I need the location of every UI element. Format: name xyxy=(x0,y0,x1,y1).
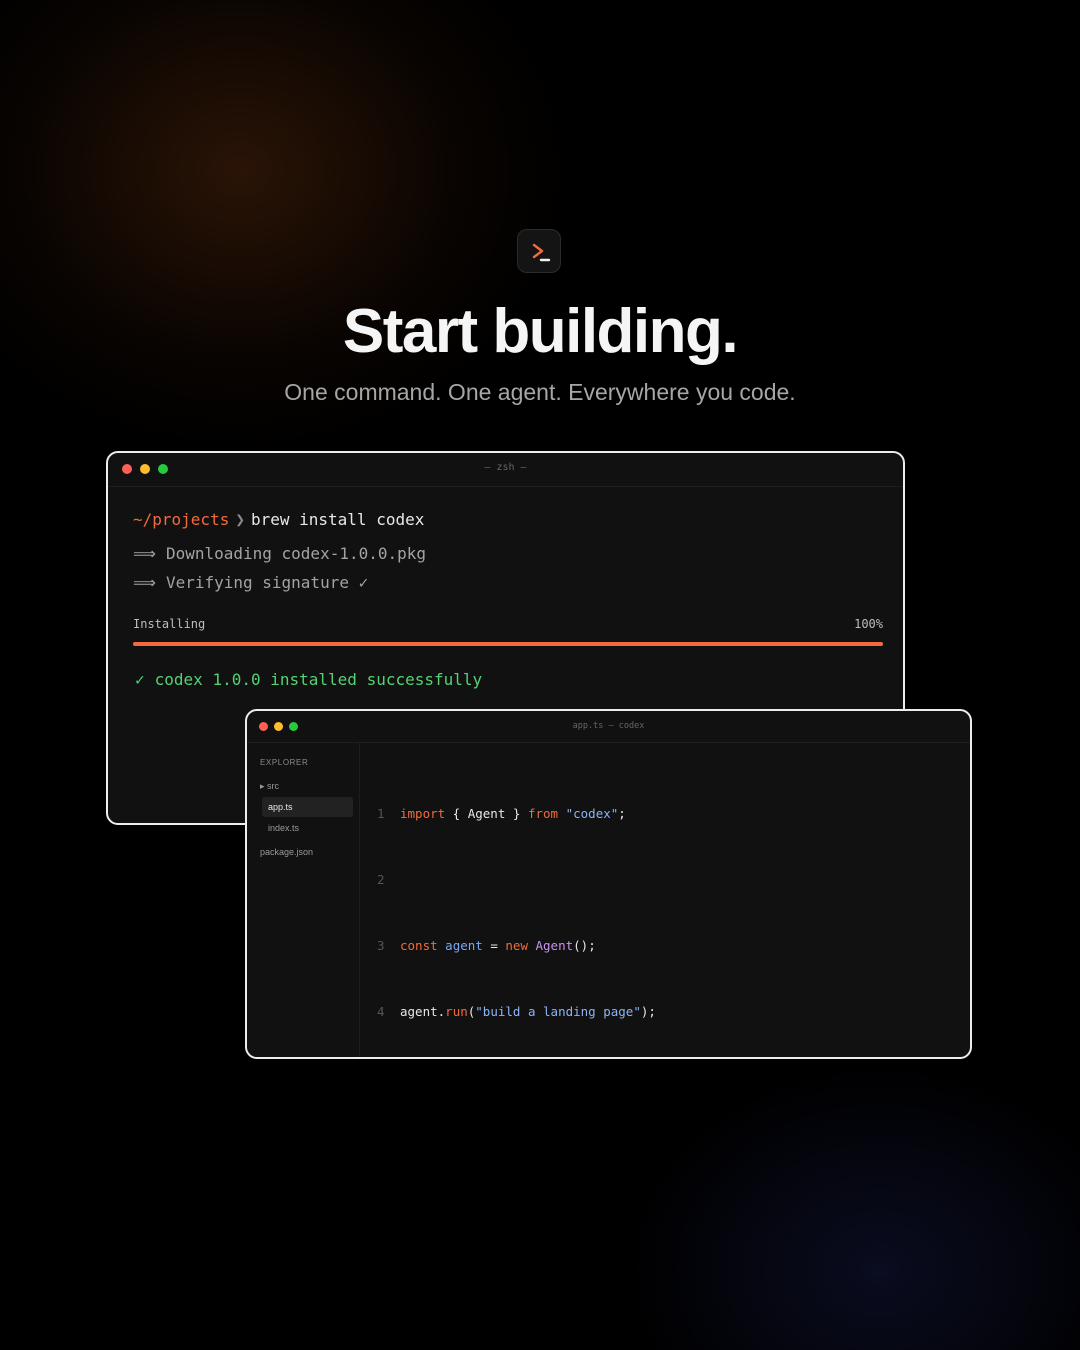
token-text: (); xyxy=(573,938,596,953)
progress-label: Installing xyxy=(133,617,206,631)
output-text: Verifying signature ✓ xyxy=(165,573,369,592)
check-icon: ✓ xyxy=(135,670,145,689)
token-text: { Agent } xyxy=(445,806,528,821)
token-variable: agent xyxy=(445,938,483,953)
success-message: ✓ codex 1.0.0 installed successfully xyxy=(135,670,482,689)
tree-file-index-ts[interactable]: index.ts xyxy=(268,823,299,833)
terminal-prompt-icon xyxy=(532,243,551,262)
editor-title: app.ts — codex xyxy=(572,721,645,731)
tree-file-app-ts[interactable]: app.ts xyxy=(262,797,353,817)
progress-fill xyxy=(133,642,883,646)
file-label: app.ts xyxy=(268,802,293,812)
terminal-title: — zsh — xyxy=(484,462,527,473)
command-text: brew install codex xyxy=(250,510,425,529)
prompt-path: ~/projects xyxy=(133,510,230,529)
token-keyword: new xyxy=(505,938,528,953)
token-text: ); xyxy=(640,1004,656,1019)
arrow-icon: ⟹ xyxy=(133,544,156,563)
tree-folder-src[interactable]: ▸ src xyxy=(260,781,279,792)
page-title: Start building. xyxy=(342,297,739,366)
app-logo xyxy=(517,229,561,273)
explorer-heading: EXPLORER xyxy=(260,758,309,767)
token-class: Agent xyxy=(535,938,574,953)
terminal-titlebar[interactable]: — zsh — xyxy=(108,453,903,487)
code-line: 1 import { Agent } from "codex"; xyxy=(377,803,656,825)
line-number: 4 xyxy=(377,1004,385,1019)
progress-percent: 100% xyxy=(854,617,883,631)
token-string: "codex" xyxy=(565,806,619,821)
editor-window[interactable]: app.ts — codex EXPLORER ▸ src app.ts ind… xyxy=(245,709,972,1059)
page-subtitle: One command. One agent. Everywhere you c… xyxy=(284,379,796,405)
output-line: ⟹ Downloading codex-1.0.0.pkg xyxy=(133,544,426,563)
code-line: 3 const agent = new Agent(); xyxy=(377,935,656,957)
token-text: = xyxy=(482,938,506,953)
tree-file-package-json[interactable]: package.json xyxy=(260,847,313,857)
line-number: 2 xyxy=(377,872,385,887)
line-number: 3 xyxy=(377,938,385,953)
token-function: run xyxy=(445,1004,468,1019)
token-keyword: const xyxy=(400,938,438,953)
code-editor[interactable]: 1 import { Agent } from "codex"; 2 3 const… xyxy=(377,759,656,1057)
output-line: ⟹ Verifying signature ✓ xyxy=(133,573,368,592)
token-variable: agent xyxy=(400,1004,438,1019)
editor-titlebar[interactable]: app.ts — codex xyxy=(247,711,970,743)
token-keyword: from xyxy=(527,806,559,821)
progress-bar xyxy=(133,642,883,646)
code-line: 4 agent.run("build a landing page"); xyxy=(377,1001,656,1023)
code-line: 2 xyxy=(377,869,656,891)
line-number: 1 xyxy=(377,806,385,821)
terminal-command-line: ~/projects ❯ brew install codex xyxy=(133,510,424,529)
arrow-icon: ⟹ xyxy=(133,573,156,592)
output-text: Downloading codex-1.0.0.pkg xyxy=(165,544,427,563)
success-text: codex 1.0.0 installed successfully xyxy=(154,670,483,689)
file-explorer: EXPLORER ▸ src app.ts index.ts package.j… xyxy=(247,743,360,1057)
token-text: ; xyxy=(618,806,626,821)
token-string: "build a landing page" xyxy=(475,1004,641,1019)
prompt-chevron-icon: ❯ xyxy=(235,510,245,529)
token-keyword: import xyxy=(400,806,446,821)
